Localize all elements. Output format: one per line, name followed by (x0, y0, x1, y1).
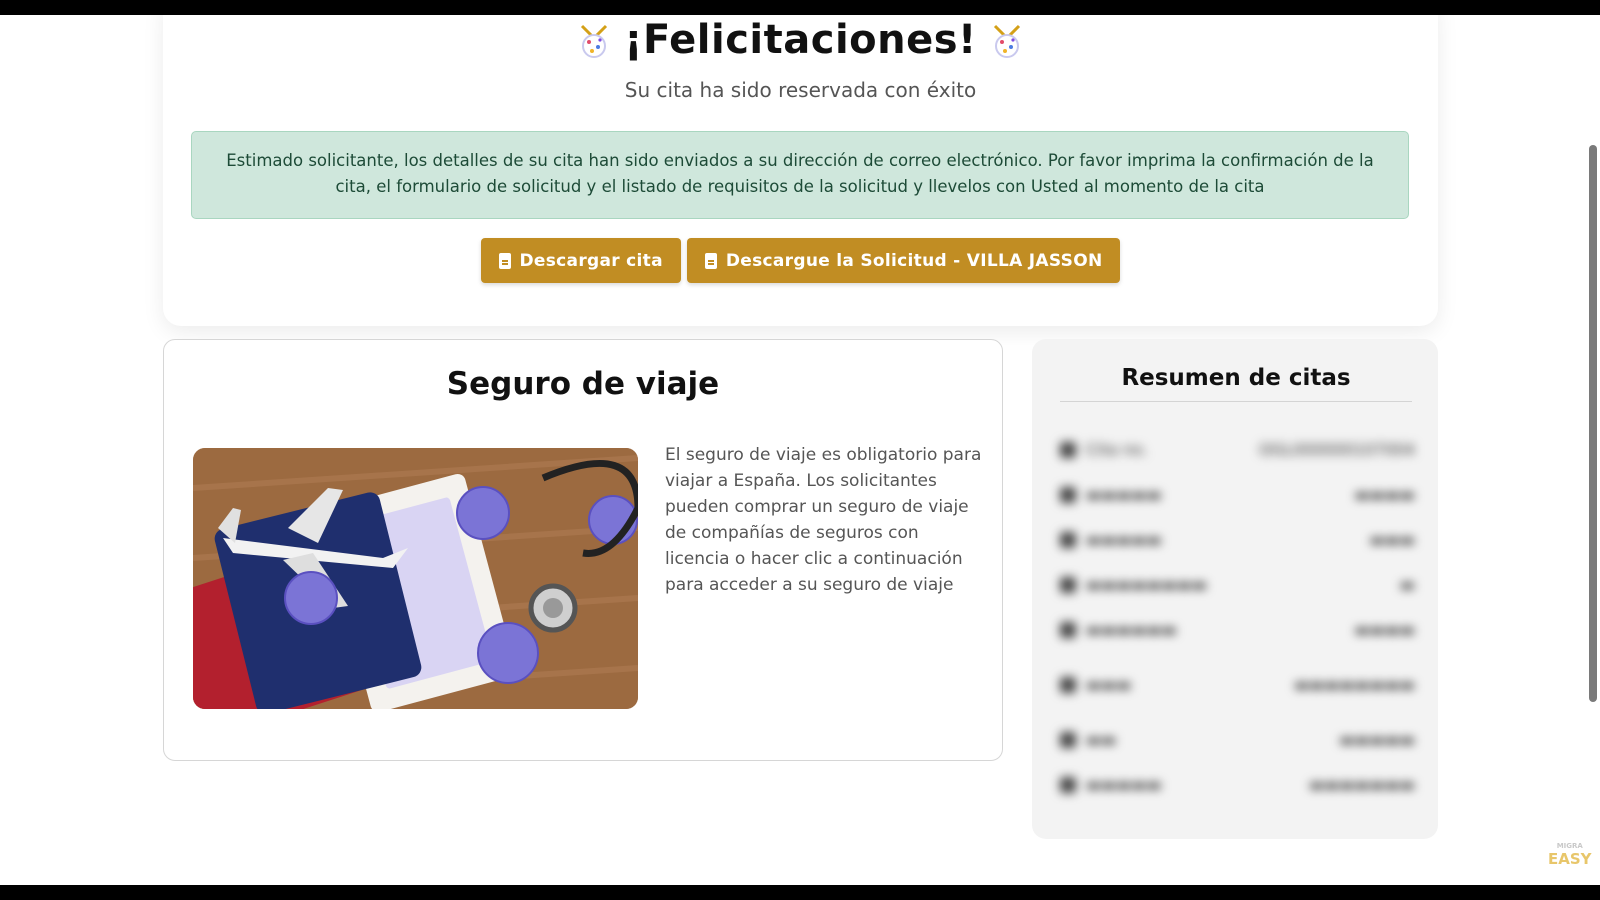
summary-row-label: Cita no. (1086, 440, 1148, 459)
success-card: ¡Felicitaciones! Su cita ha sido reserva… (163, 15, 1438, 326)
insurance-description: El seguro de viaje es obligatorio para v… (665, 445, 982, 595)
page-scrollbar[interactable] (1589, 145, 1597, 702)
title-text: ¡Felicitaciones! (624, 17, 977, 63)
summary-row: Cita no. OGL000000107004 (1060, 427, 1415, 472)
download-application-label: Descargue la Solicitud - VILLA JASSON (725, 250, 1103, 271)
summary-row-blurred: ▬▬▬▬▬ ▬▬▬ (1060, 517, 1415, 562)
email-icon (1060, 676, 1076, 693)
phone-icon (1060, 731, 1076, 748)
download-application-button[interactable]: Descargue la Solicitud - VILLA JASSON (686, 238, 1121, 283)
summary-row-blurred: ▬▬▬ ▬▬▬▬▬▬▬▬ (1060, 652, 1415, 717)
summary-row-blurred: ▬▬▬▬▬▬▬▬▬ (1060, 562, 1415, 607)
page-subtitle: Su cita ha sido reservada con éxito (624, 78, 977, 102)
summary-rows: Cita no. OGL000000107004 ▬▬▬▬▬ ▬▬▬▬ ▬▬▬▬▬… (1060, 427, 1415, 807)
clock-icon (1060, 531, 1076, 548)
summary-row-blurred: ▬▬▬▬▬ ▬▬▬▬▬▬▬ (1060, 762, 1415, 807)
download-buttons: Descargar cita Descargue la Solicitud - … (163, 238, 1438, 283)
summary-row-blurred: ▬▬▬▬▬▬ ▬▬▬▬ (1060, 607, 1415, 652)
calendar-icon (1060, 486, 1076, 503)
hash-icon (1060, 441, 1076, 458)
appointment-summary-card: Resumen de citas Cita no. OGL00000010700… (1032, 339, 1438, 839)
travel-insurance-card: Seguro de viaje El seguro de viaje es ob… (163, 339, 1003, 761)
download-appointment-button[interactable]: Descargar cita (480, 238, 681, 283)
summary-title: Resumen de citas (1060, 365, 1412, 402)
travel-insurance-image (193, 448, 638, 709)
id-card-icon (1060, 776, 1076, 793)
party-popper-icon (993, 24, 1020, 58)
insurance-illustration (193, 448, 638, 709)
page-viewport: ¡Felicitaciones! Su cita ha sido reserva… (0, 15, 1600, 885)
page-title: ¡Felicitaciones! (163, 17, 1438, 63)
download-appointment-label: Descargar cita (519, 250, 663, 271)
summary-row-blurred: ▬▬ ▬▬▬▬▬ (1060, 717, 1415, 762)
pdf-file-icon (704, 252, 717, 269)
migra-easy-logo: MIGRA EASY (1548, 842, 1592, 868)
summary-row-value: OGL000000107004 (1258, 440, 1415, 459)
party-popper-icon (581, 24, 608, 58)
location-icon (1060, 621, 1076, 638)
summary-row-blurred: ▬▬▬▬▬▬▬▬▬ (1060, 472, 1415, 517)
pdf-file-icon (498, 252, 511, 269)
insurance-title: Seguro de viaje (446, 366, 720, 402)
users-icon (1060, 576, 1076, 593)
success-alert: Estimado solicitante, los detalles de su… (191, 131, 1409, 219)
